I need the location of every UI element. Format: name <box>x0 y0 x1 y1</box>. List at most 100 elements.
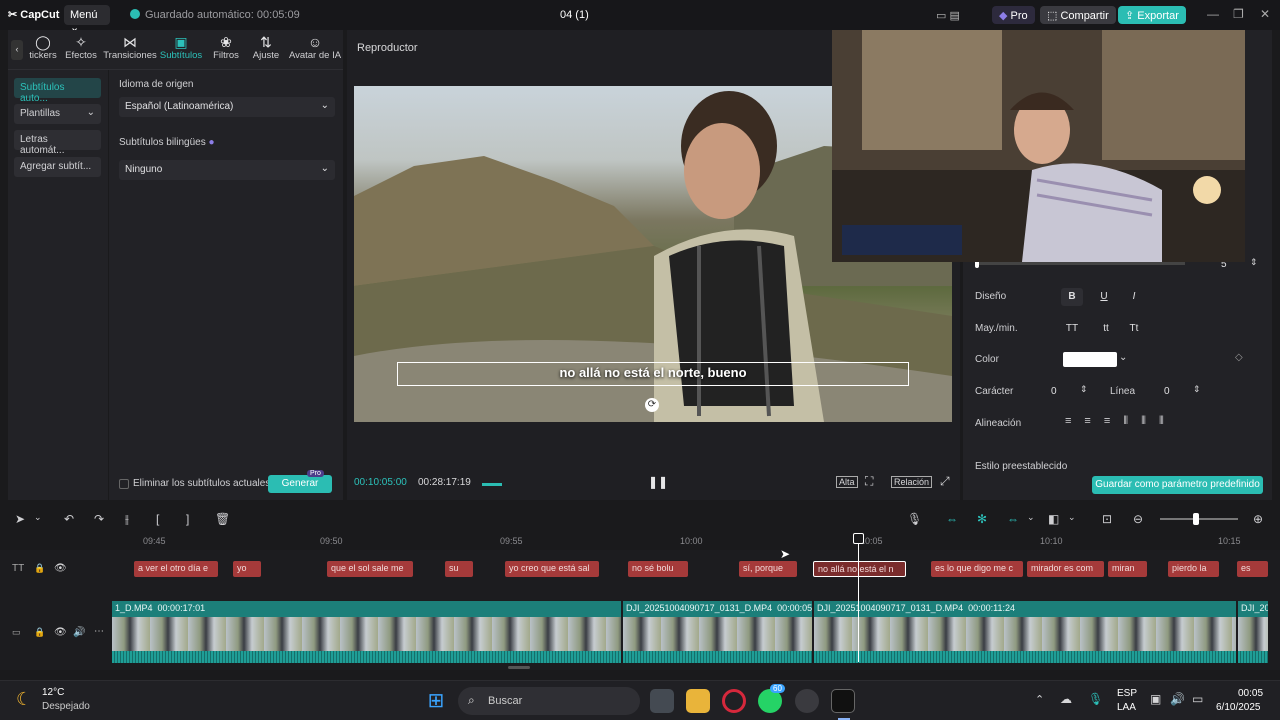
tab-filters[interactable]: ❀ Filtros <box>204 34 248 61</box>
tab-adjust[interactable]: ⇅ Ajuste <box>244 34 288 61</box>
delete-icon[interactable]: 🗑 <box>215 512 230 526</box>
align-vertical-center-icon[interactable]: ⦀ <box>1141 415 1159 427</box>
lock-icon[interactable]: 🔒 <box>34 563 45 574</box>
underline-button[interactable]: U <box>1093 288 1115 306</box>
tab-transitions[interactable]: ⋈ Transiciones <box>102 34 158 61</box>
tab-ai-avatar[interactable]: ☺ Avatar de IA <box>288 34 342 61</box>
align-vertical-icon[interactable]: ⦀ <box>1123 415 1141 427</box>
stepper-icon[interactable]: ⇕ <box>1193 384 1201 395</box>
playhead-handle[interactable] <box>853 533 864 544</box>
split-icon[interactable]: ⫲ <box>125 512 129 527</box>
character-value[interactable]: 0 <box>1051 386 1057 397</box>
subtitle-clip[interactable]: pierdo la <box>1168 561 1219 577</box>
line-value[interactable]: 0 <box>1164 386 1170 397</box>
nav-templates[interactable]: Plantillas ⌄ <box>14 104 101 124</box>
subtitle-clip[interactable]: es <box>1237 561 1268 577</box>
keyframe-icon[interactable]: ◇ <box>1235 352 1243 363</box>
moon-weather-icon[interactable]: ☾ <box>16 689 32 710</box>
file-explorer-icon[interactable] <box>686 689 710 713</box>
subtitle-clip[interactable]: no sé bolu <box>628 561 688 577</box>
subtitle-clip[interactable]: que el sol sale me <box>327 561 413 577</box>
chevron-down-icon[interactable]: ⌄ <box>1119 352 1127 363</box>
more-icon[interactable]: ⋯ <box>94 626 104 637</box>
obs-icon[interactable] <box>795 689 819 713</box>
video-clip[interactable]: DJI_20251004090717_0131_D.MP4 00:00:05:1… <box>623 601 812 663</box>
trim-left-icon[interactable]: [ <box>156 512 159 526</box>
subtitle-clip[interactable]: su <box>445 561 473 577</box>
chevron-down-icon[interactable]: ⌄ <box>1068 512 1076 523</box>
nav-add-captions[interactable]: Agregar subtít... <box>14 157 101 177</box>
preview-axis-icon[interactable]: ◧ <box>1048 512 1059 526</box>
subtitle-clip[interactable]: sí, porque <box>739 561 797 577</box>
chevron-down-icon[interactable]: ⌄ <box>34 512 42 523</box>
subtitle-clip-selected[interactable]: no allá no está el n <box>813 561 906 577</box>
clock-time[interactable]: 00:05 <box>1238 688 1263 699</box>
focus-icon[interactable]: ⛶ <box>865 474 873 489</box>
trim-right-icon[interactable]: ] <box>186 512 189 526</box>
network-icon[interactable]: ▣ <box>1150 692 1161 706</box>
bold-button[interactable]: B <box>1061 288 1083 306</box>
rotate-handle-icon[interactable]: ⟳ <box>645 398 659 412</box>
generate-button[interactable]: Generar <box>268 475 332 493</box>
export-button[interactable]: ⇪ Exportar <box>1118 6 1186 24</box>
microphone-icon[interactable]: 🎙 <box>1088 692 1103 706</box>
capcut-taskbar-icon[interactable] <box>831 689 855 713</box>
search-box[interactable]: ⌕ Buscar <box>458 687 640 715</box>
pause-icon[interactable]: ❚❚ <box>648 475 668 489</box>
horizontal-scrollbar[interactable] <box>508 666 530 669</box>
subtitle-clip[interactable]: es lo que digo me c <box>931 561 1023 577</box>
eye-icon[interactable]: 👁 <box>54 627 67 638</box>
tab-captions[interactable]: ▣ Subtítulos <box>159 34 203 61</box>
subtitle-clip[interactable]: yo creo que está sal <box>505 561 599 577</box>
tab-effects[interactable]: ✧ Efectos <box>59 34 103 61</box>
video-clip[interactable]: DJI_20 <box>1238 601 1268 663</box>
volume-icon[interactable]: 🔊 <box>1170 692 1185 706</box>
language[interactable]: ESP <box>1117 688 1137 699</box>
maximize-icon[interactable]: ❐ <box>1233 7 1244 21</box>
nav-auto-lyrics[interactable]: Letras automát... <box>14 130 101 156</box>
task-view-icon[interactable] <box>650 689 674 713</box>
share-button[interactable]: ⬚ Compartir <box>1040 6 1116 24</box>
zoom-slider-thumb[interactable] <box>1193 513 1199 525</box>
subtitle-clip[interactable]: miran <box>1108 561 1147 577</box>
zoom-slider[interactable] <box>1160 518 1238 520</box>
titlecase-button[interactable]: Tt <box>1123 320 1145 338</box>
align-right-icon[interactable]: ≡ <box>1104 415 1123 427</box>
lock-icon[interactable]: 🔒 <box>34 627 45 638</box>
zoom-out-icon[interactable]: ⊖ <box>1133 512 1143 526</box>
align-vertical-right-icon[interactable]: ⦀ <box>1159 415 1177 427</box>
layout-icon[interactable]: ▭ ▤ <box>936 9 960 22</box>
subtitle-clip[interactable]: yo <box>233 561 261 577</box>
fullscreen-icon[interactable]: ⤢ <box>940 474 950 489</box>
zoom-in-icon[interactable]: ⊕ <box>1253 512 1263 526</box>
uppercase-button[interactable]: TT <box>1061 320 1083 338</box>
minimize-icon[interactable]: — <box>1207 7 1219 21</box>
slider-track[interactable] <box>977 262 1185 265</box>
link-icon[interactable]: ⇔ <box>1007 512 1019 526</box>
ratio-button[interactable]: Relación <box>891 476 933 488</box>
subtitle-clip[interactable]: a ver el otro día e <box>134 561 218 577</box>
select-tool-icon[interactable]: ➤ <box>15 512 25 526</box>
bilingual-select[interactable]: Ninguno ⌄ <box>119 160 335 180</box>
align-left-icon[interactable]: ≡ <box>1065 415 1084 427</box>
battery-icon[interactable]: ▭ <box>1192 692 1203 706</box>
auto-snap-icon[interactable]: ✻ <box>977 512 987 526</box>
fit-icon[interactable]: ⊡ <box>1102 512 1112 526</box>
remove-captions-checkbox[interactable] <box>119 479 129 489</box>
stepper-icon[interactable]: ⇕ <box>1080 384 1088 395</box>
color-swatch[interactable] <box>1063 352 1117 367</box>
magnet-icon[interactable]: ⇔ <box>946 512 958 526</box>
opera-icon[interactable] <box>722 689 746 713</box>
stepper-icon[interactable]: ⇕ <box>1250 257 1258 268</box>
speaker-icon[interactable]: 🔊 <box>73 627 85 638</box>
windows-start-icon[interactable]: ⊞ <box>424 689 448 713</box>
video-clip[interactable]: DJI_20251004090717_0131_D.MP4 00:00:11:2… <box>814 601 1236 663</box>
alignment-options[interactable]: ≡≡≡⦀⦀⦀ <box>1065 415 1177 428</box>
cloud-icon[interactable]: ☁ <box>1060 692 1072 706</box>
pro-button[interactable]: ◆ Pro <box>992 6 1035 24</box>
quality-button[interactable]: Alta <box>836 476 858 488</box>
source-language-select[interactable]: Español (Latinoamérica) ⌄ <box>119 97 335 117</box>
timeline-ruler[interactable]: 09:45 09:50 09:55 10:00 10:05 10:10 10:1… <box>110 532 1280 550</box>
redo-icon[interactable]: ↷ <box>94 512 104 526</box>
align-center-icon[interactable]: ≡ <box>1084 415 1103 427</box>
